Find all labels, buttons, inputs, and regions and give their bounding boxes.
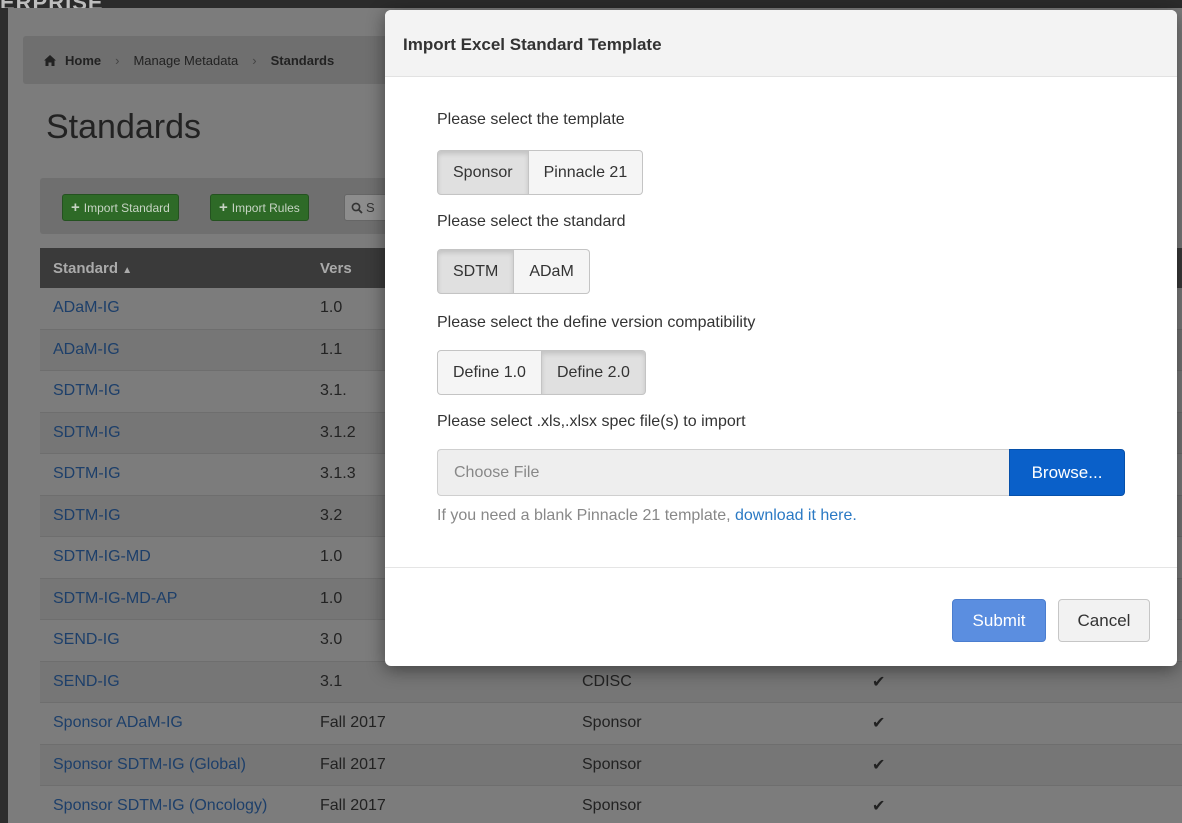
import-rules-button[interactable]: + Import Rules xyxy=(210,194,309,221)
standard-link[interactable]: SDTM-IG xyxy=(40,465,320,483)
standard-link[interactable]: SDTM-IG xyxy=(40,382,320,400)
standard-link[interactable]: ADaM-IG xyxy=(40,341,320,359)
import-template-modal: Import Excel Standard Template Please se… xyxy=(385,10,1177,666)
file-input[interactable]: Choose File xyxy=(437,449,1009,496)
standard-option-sdtm[interactable]: SDTM xyxy=(437,249,515,294)
define-label: Please select the define version compati… xyxy=(437,314,756,331)
type-cell: Sponsor xyxy=(582,797,642,815)
top-navbar xyxy=(0,0,1182,8)
version-cell: Fall 2017 xyxy=(320,797,386,815)
type-cell: Sponsor xyxy=(582,714,642,732)
breadcrumb-manage-metadata[interactable]: Manage Metadata xyxy=(133,53,238,68)
standard-option-adam[interactable]: ADaM xyxy=(514,249,590,294)
plus-icon: + xyxy=(219,199,228,216)
table-row: Sponsor SDTM-IG (Oncology) Fall 2017 Spons… xyxy=(40,786,1182,823)
standard-link[interactable]: Sponsor ADaM-IG xyxy=(40,714,320,732)
template-option-sponsor[interactable]: Sponsor xyxy=(437,150,529,195)
standard-link[interactable]: SDTM-IG-MD-AP xyxy=(40,590,320,608)
table-row: Sponsor SDTM-IG (Global) Fall 2017 Sponsor… xyxy=(40,744,1182,786)
import-rules-label: Import Rules xyxy=(231,200,300,215)
table-row: SEND-IG 3.1 CDISC ✔ xyxy=(40,661,1182,703)
active-check-icon: ✔ xyxy=(872,673,886,691)
template-button-group: Sponsor Pinnacle 21 xyxy=(437,150,644,195)
breadcrumb-home[interactable]: Home xyxy=(65,53,101,68)
help-text-label: If you need a blank Pinnacle 21 template… xyxy=(437,507,731,524)
type-cell: CDISC xyxy=(582,672,632,690)
import-standard-button[interactable]: + Import Standard xyxy=(62,194,179,221)
define-button-group: Define 1.0 Define 2.0 xyxy=(437,350,646,395)
page-title: Standards xyxy=(46,108,201,146)
modal-title: Import Excel Standard Template xyxy=(403,35,662,54)
standard-link[interactable]: SEND-IG xyxy=(40,673,320,691)
active-check-icon: ✔ xyxy=(872,798,886,816)
type-cell: Sponsor xyxy=(582,755,642,773)
help-text: If you need a blank Pinnacle 21 template… xyxy=(437,507,857,525)
define-option-1-0[interactable]: Define 1.0 xyxy=(437,350,542,395)
standard-link[interactable]: SDTM-IG-MD xyxy=(40,548,320,566)
table-row: Sponsor ADaM-IG Fall 2017 Sponsor ✔ xyxy=(40,703,1182,745)
import-standard-label: Import Standard xyxy=(83,200,170,215)
modal-footer: Submit Cancel xyxy=(385,567,1177,666)
chevron-right-icon: › xyxy=(252,52,257,68)
active-check-icon: ✔ xyxy=(872,715,886,733)
sort-asc-icon: ▲ xyxy=(122,264,133,276)
submit-button[interactable]: Submit xyxy=(952,599,1046,642)
plus-icon: + xyxy=(71,199,80,216)
standard-label: Please select the standard xyxy=(437,213,626,230)
search-placeholder: S xyxy=(366,200,375,215)
browse-button[interactable]: Browse... xyxy=(1009,449,1125,496)
standard-link[interactable]: Sponsor SDTM-IG (Global) xyxy=(40,756,320,774)
standard-link[interactable]: Sponsor SDTM-IG (Oncology) xyxy=(40,797,320,815)
modal-body: Please select the template Sponsor Pinna… xyxy=(385,77,1177,567)
version-cell: 3.1 xyxy=(320,672,343,690)
breadcrumb-current: Standards xyxy=(270,52,335,68)
standard-link[interactable]: SDTM-IG xyxy=(40,507,320,525)
file-label: Please select .xls,.xlsx spec file(s) to… xyxy=(437,413,746,430)
sidebar-collapsed xyxy=(0,8,8,823)
home-icon xyxy=(44,54,56,66)
standard-link[interactable]: ADaM-IG xyxy=(40,299,320,317)
file-picker: Choose File Browse... xyxy=(437,449,1125,496)
chevron-right-icon: › xyxy=(115,52,120,68)
active-check-icon: ✔ xyxy=(872,756,886,774)
template-option-pinnacle21[interactable]: Pinnacle 21 xyxy=(528,150,644,195)
standard-link[interactable]: SEND-IG xyxy=(40,631,320,649)
search-icon xyxy=(351,202,363,214)
standard-button-group: SDTM ADaM xyxy=(437,249,590,294)
template-label: Please select the template xyxy=(437,111,625,128)
standard-link[interactable]: SDTM-IG xyxy=(40,424,320,442)
define-option-2-0[interactable]: Define 2.0 xyxy=(541,350,646,395)
column-header-standard[interactable]: Standard ▲ xyxy=(40,260,320,277)
version-cell: Fall 2017 xyxy=(320,714,386,732)
download-template-link[interactable]: download it here. xyxy=(735,507,857,524)
modal-header: Import Excel Standard Template xyxy=(385,10,1177,77)
version-cell: Fall 2017 xyxy=(320,755,386,773)
cancel-button[interactable]: Cancel xyxy=(1058,599,1150,642)
